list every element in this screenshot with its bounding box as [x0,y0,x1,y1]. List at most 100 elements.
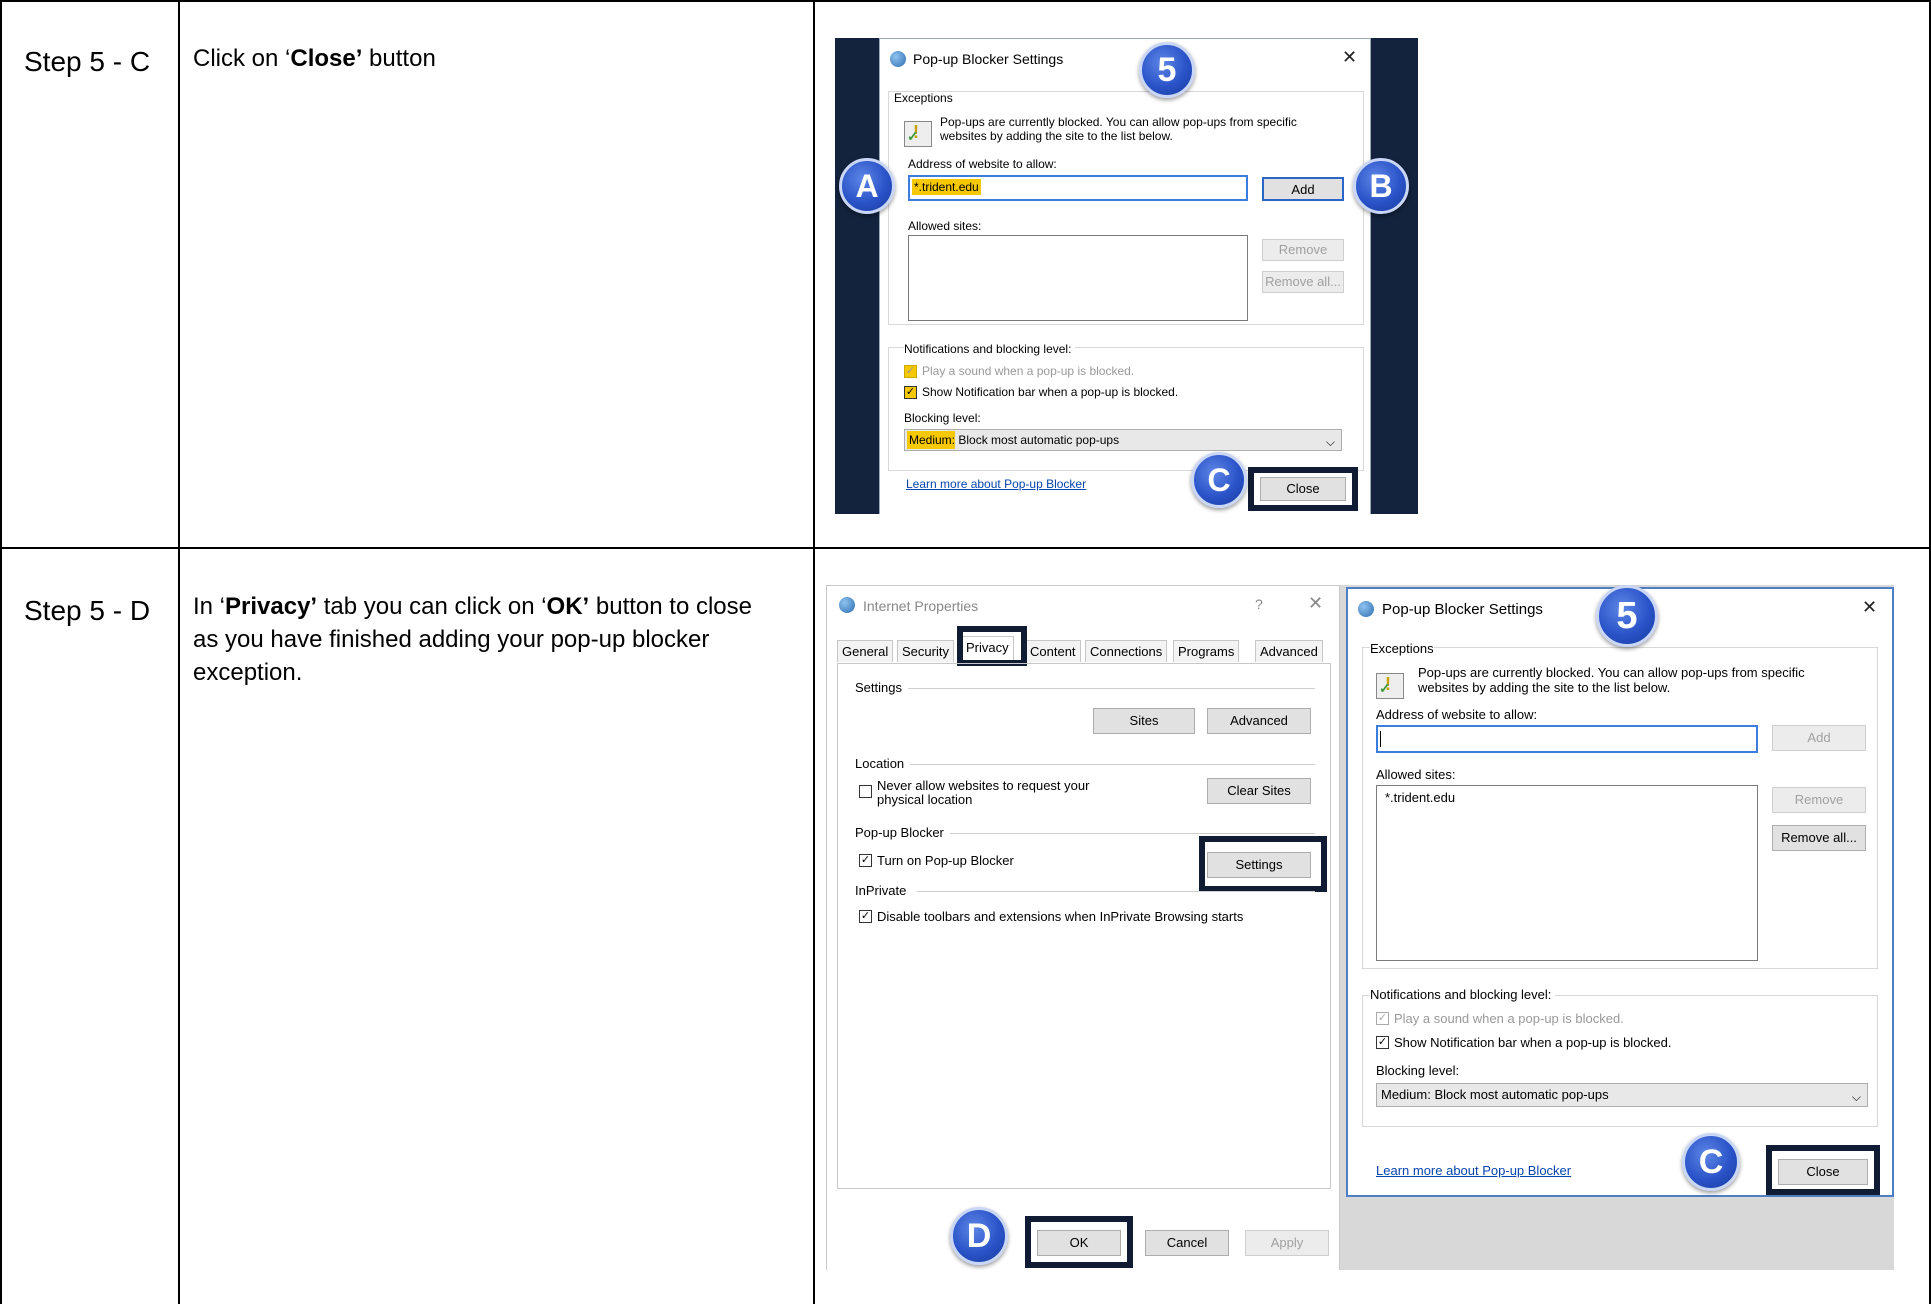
disable-toolbars-label: Disable toolbars and extensions when InP… [877,909,1244,924]
location-section-label: Location [855,756,911,771]
apply-button[interactable]: Apply [1245,1230,1329,1256]
remove-all-button[interactable]: Remove all... [1262,271,1344,293]
address-input[interactable]: *.trident.edu [908,175,1248,201]
sites-button[interactable]: Sites [1093,708,1195,734]
privacy-tab-callout [957,626,1027,666]
exceptions-info: Pop-ups are currently blocked. You can a… [940,115,1297,143]
remove-button[interactable]: Remove [1262,239,1344,261]
address-label: Address of website to allow: [1376,707,1538,722]
step-label: Step 5 - C [24,46,151,77]
add-button[interactable]: Add [1772,725,1866,751]
play-sound-checkbox[interactable]: ✓ [904,365,917,378]
never-allow-checkbox[interactable] [859,785,872,798]
blocking-level-select[interactable]: Medium: Block most automatic pop-ups ⌵ [1376,1083,1868,1107]
address-input[interactable] [1376,725,1758,753]
chevron-down-icon: ⌵ [1851,1090,1861,1104]
chevron-down-icon: ⌵ [1325,435,1335,449]
show-bar-checkbox[interactable]: ✓ [1376,1036,1389,1049]
step-label: Step 5 - D [24,595,151,626]
clear-sites-button[interactable]: Clear Sites [1207,778,1311,804]
tab-content[interactable]: Content [1025,640,1081,662]
allowed-sites-label: Allowed sites: [1376,767,1456,782]
turn-on-popup-label: Turn on Pop-up Blocker [877,853,1014,868]
exceptions-label: Exceptions [1370,641,1434,656]
step-marker-b: B [1353,158,1409,214]
table-column-divider [813,0,815,1304]
notifications-label: Notifications and blocking level: [1370,987,1556,1002]
internet-properties-dialog: Internet Properties ? ✕ General Security… [826,585,1340,1270]
add-button[interactable]: Add [1262,177,1344,201]
tab-general[interactable]: General [837,640,894,662]
warning-shield-icon: ! ✓ [1376,673,1404,699]
tab-security[interactable]: Security [897,640,954,662]
popup-blocker-dialog: Pop-up Blocker Settings ✕ Exceptions ! ✓ … [1346,587,1894,1197]
turn-on-popup-checkbox[interactable]: ✓ [859,854,872,867]
play-sound-label: Play a sound when a pop-up is blocked. [922,364,1135,378]
popup-blocker-section-label: Pop-up Blocker [855,825,950,840]
settings-section-label: Settings [855,680,908,695]
step-marker-a: A [839,158,895,214]
exceptions-label: Exceptions [894,91,953,105]
tab-connections[interactable]: Connections [1085,640,1168,662]
play-sound-checkbox[interactable]: ✓ [1376,1012,1389,1025]
step-marker-5: 5 [1596,585,1658,647]
table-border-top [0,0,1931,2]
warning-shield-icon: ! ✓ [904,121,932,147]
tab-strip: General Security Privacy Content Connect… [837,636,1331,664]
section-divider [947,833,1315,834]
learn-more-link[interactable]: Learn more about Pop-up Blocker [1376,1163,1571,1178]
globe-icon [1358,601,1374,617]
dialog-title: Pop-up Blocker Settings [913,51,1064,67]
tab-advanced[interactable]: Advanced [1255,640,1323,662]
settings-button-callout [1199,836,1327,892]
show-bar-label: Show Notification bar when a pop-up is b… [922,385,1179,399]
close-icon[interactable]: ✕ [1342,47,1357,68]
exceptions-info: Pop-ups are currently blocked. You can a… [1418,665,1805,695]
blocking-level-select[interactable]: Medium: Block most automatic pop-ups ⌵ [904,429,1342,451]
close-callout-highlight [1248,467,1358,511]
show-bar-label: Show Notification bar when a pop-up is b… [1394,1035,1672,1050]
learn-more-link[interactable]: Learn more about Pop-up Blocker [906,477,1086,491]
close-icon[interactable]: ✕ [1308,593,1323,614]
table-column-divider [178,0,180,1304]
dialog-title: Internet Properties [863,598,979,614]
close-callout-highlight [1766,1145,1880,1195]
tab-panel [837,663,1331,1189]
blocking-level-label: Blocking level: [1376,1063,1460,1078]
step-marker-c: C [1191,452,1247,508]
notifications-label: Notifications and blocking level: [904,342,1076,356]
table-row-divider [0,547,1931,549]
step-instruction: Click on ‘Close’ button [193,45,436,72]
remove-all-button[interactable]: Remove all... [1772,825,1866,851]
step-instruction: In ‘Privacy’ tab you can click on ‘OK’ b… [193,593,752,686]
table-border-left [0,0,2,1304]
step-marker-5: 5 [1139,42,1195,98]
dialog-title: Pop-up Blocker Settings [1382,601,1543,618]
popup-blocker-dialog: Pop-up Blocker Settings ✕ Exceptions ! ✓ … [879,38,1371,514]
globe-icon [890,51,906,67]
help-icon[interactable]: ? [1255,596,1263,612]
list-item[interactable]: *.trident.edu [1385,790,1455,805]
allowed-sites-label: Allowed sites: [908,219,982,233]
never-allow-label: Never allow websites to request your phy… [877,778,1090,807]
globe-icon [839,597,855,613]
section-divider [917,891,1315,892]
address-label: Address of website to allow: [908,157,1057,171]
play-sound-label: Play a sound when a pop-up is blocked. [1394,1011,1624,1026]
show-bar-checkbox[interactable]: ✓ [904,386,917,399]
ok-button-callout [1025,1216,1133,1268]
allowed-sites-list[interactable]: *.trident.edu [1376,785,1758,961]
inprivate-section-label: InPrivate [855,883,913,898]
cancel-button[interactable]: Cancel [1145,1230,1229,1256]
allowed-sites-list[interactable] [908,235,1248,321]
section-divider [897,688,1315,689]
disable-toolbars-checkbox[interactable]: ✓ [859,910,872,923]
tab-programs[interactable]: Programs [1173,640,1240,662]
close-icon[interactable]: ✕ [1862,597,1877,618]
section-divider [897,764,1315,765]
remove-button[interactable]: Remove [1772,787,1866,813]
screenshot-popup-blocker: Pop-up Blocker Settings ✕ Exceptions ! ✓ … [835,38,1418,514]
blocking-level-label: Blocking level: [904,411,981,425]
screenshot-internet-properties: Internet Properties ? ✕ General Security… [826,585,1894,1270]
advanced-button[interactable]: Advanced [1207,708,1311,734]
